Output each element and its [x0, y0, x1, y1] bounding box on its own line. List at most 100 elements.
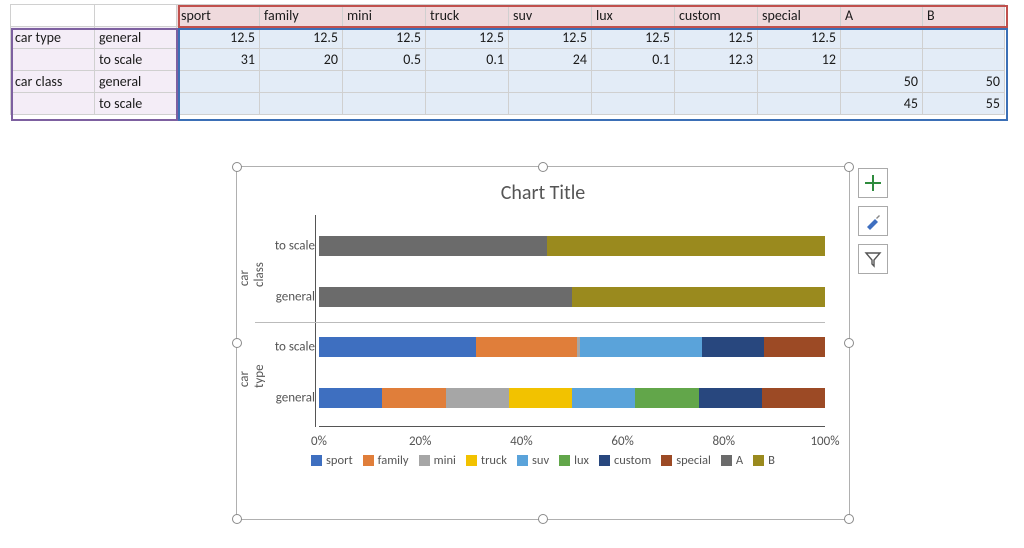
cell[interactable] [177, 93, 260, 115]
bar-segment-family[interactable] [476, 337, 577, 357]
chart-legend[interactable]: sportfamilyminitrucksuvluxcustomspecialA… [237, 449, 849, 476]
legend-item-A[interactable]: A [721, 453, 743, 468]
cell[interactable]: 12.5 [509, 27, 592, 49]
row-sub-label[interactable]: to scale [95, 93, 177, 115]
resize-handle[interactable] [844, 162, 854, 172]
cell[interactable]: 50 [923, 71, 1005, 93]
chart-filter-button[interactable] [858, 244, 888, 274]
cell[interactable]: 12.5 [260, 27, 343, 49]
row-sub-label[interactable]: general [95, 71, 177, 93]
plot-area[interactable]: to scalegeneralto scalegeneralcar classc… [319, 209, 825, 449]
resize-handle[interactable] [232, 162, 242, 172]
bar-segment-custom[interactable] [699, 388, 762, 408]
cell[interactable] [758, 93, 841, 115]
cell[interactable]: 12.5 [592, 27, 675, 49]
col-header[interactable]: family [260, 5, 343, 27]
cell[interactable] [841, 27, 923, 49]
cell[interactable]: 12.5 [426, 27, 509, 49]
col-header[interactable]: special [758, 5, 841, 27]
cell[interactable] [426, 93, 509, 115]
cell[interactable] [260, 93, 343, 115]
data-table[interactable]: sportfamilyminitrucksuvluxcustomspecialA… [10, 4, 1005, 115]
col-header[interactable]: custom [675, 5, 758, 27]
resize-handle[interactable] [232, 514, 242, 524]
col-header[interactable]: sport [177, 5, 260, 27]
cell[interactable] [923, 27, 1005, 49]
col-header[interactable]: lux [592, 5, 675, 27]
bar[interactable] [319, 287, 825, 307]
bar-segment-A[interactable] [319, 287, 572, 307]
cell[interactable] [592, 93, 675, 115]
col-header[interactable]: A [841, 5, 923, 27]
bar-segment-special[interactable] [762, 388, 825, 408]
cell[interactable]: 0.5 [343, 49, 426, 71]
cell[interactable]: 45 [841, 93, 923, 115]
cell[interactable]: 55 [923, 93, 1005, 115]
row-group-label[interactable]: car class [11, 71, 95, 93]
bar-segment-special[interactable] [764, 337, 825, 357]
resize-handle[interactable] [844, 514, 854, 524]
cell[interactable] [343, 93, 426, 115]
cell[interactable]: 31 [177, 49, 260, 71]
cell[interactable] [923, 49, 1005, 71]
bar-segment-sport[interactable] [319, 388, 382, 408]
resize-handle[interactable] [538, 162, 548, 172]
cell[interactable] [343, 71, 426, 93]
col-header[interactable]: truck [426, 5, 509, 27]
legend-item-truck[interactable]: truck [466, 453, 507, 468]
cell[interactable]: 12.5 [675, 27, 758, 49]
legend-item-B[interactable]: B [753, 453, 775, 468]
cell[interactable] [841, 49, 923, 71]
row-sub-label[interactable]: to scale [95, 49, 177, 71]
chart-styles-button[interactable] [858, 206, 888, 236]
chart-title[interactable]: Chart Title [237, 167, 849, 209]
row-group-label[interactable] [11, 49, 95, 71]
legend-item-sport[interactable]: sport [311, 453, 353, 468]
cell[interactable] [509, 93, 592, 115]
bar-segment-suv[interactable] [572, 388, 635, 408]
cell[interactable]: 0.1 [592, 49, 675, 71]
col-header[interactable]: suv [509, 5, 592, 27]
bar[interactable] [319, 337, 825, 357]
chart-object[interactable]: Chart Title to scalegeneralto scalegener… [236, 166, 850, 520]
resize-handle[interactable] [538, 514, 548, 524]
resize-handle[interactable] [844, 338, 854, 348]
legend-item-lux[interactable]: lux [559, 453, 589, 468]
bar-segment-suv[interactable] [580, 337, 701, 357]
cell[interactable] [758, 71, 841, 93]
bar-segment-lux[interactable] [635, 388, 698, 408]
cell[interactable]: 12.5 [758, 27, 841, 49]
cell[interactable]: 50 [841, 71, 923, 93]
cell[interactable]: 12.3 [675, 49, 758, 71]
cell[interactable] [675, 93, 758, 115]
cell[interactable]: 12.5 [343, 27, 426, 49]
col-header[interactable]: mini [343, 5, 426, 27]
cell[interactable] [675, 71, 758, 93]
bar-segment-truck[interactable] [509, 388, 572, 408]
legend-item-special[interactable]: special [661, 453, 711, 468]
cell[interactable]: 20 [260, 49, 343, 71]
bar-segment-family[interactable] [382, 388, 445, 408]
bar-segment-custom[interactable] [702, 337, 764, 357]
cell[interactable]: 24 [509, 49, 592, 71]
bar[interactable] [319, 388, 825, 408]
bar[interactable] [319, 236, 825, 256]
bar-segment-A[interactable] [319, 236, 547, 256]
col-header[interactable]: B [923, 5, 1005, 27]
legend-item-custom[interactable]: custom [599, 453, 651, 468]
cell[interactable] [426, 71, 509, 93]
bar-segment-B[interactable] [547, 236, 825, 256]
legend-item-family[interactable]: family [363, 453, 409, 468]
resize-handle[interactable] [232, 338, 242, 348]
bar-segment-sport[interactable] [319, 337, 476, 357]
cell[interactable] [592, 71, 675, 93]
cell[interactable]: 0.1 [426, 49, 509, 71]
row-sub-label[interactable]: general [95, 27, 177, 49]
spreadsheet-area[interactable]: sportfamilyminitrucksuvluxcustomspecialA… [0, 0, 1024, 115]
row-group-label[interactable]: car type [11, 27, 95, 49]
legend-item-mini[interactable]: mini [419, 453, 456, 468]
cell[interactable]: 12 [758, 49, 841, 71]
bar-segment-mini[interactable] [446, 388, 509, 408]
cell[interactable] [509, 71, 592, 93]
bar-segment-B[interactable] [572, 287, 825, 307]
